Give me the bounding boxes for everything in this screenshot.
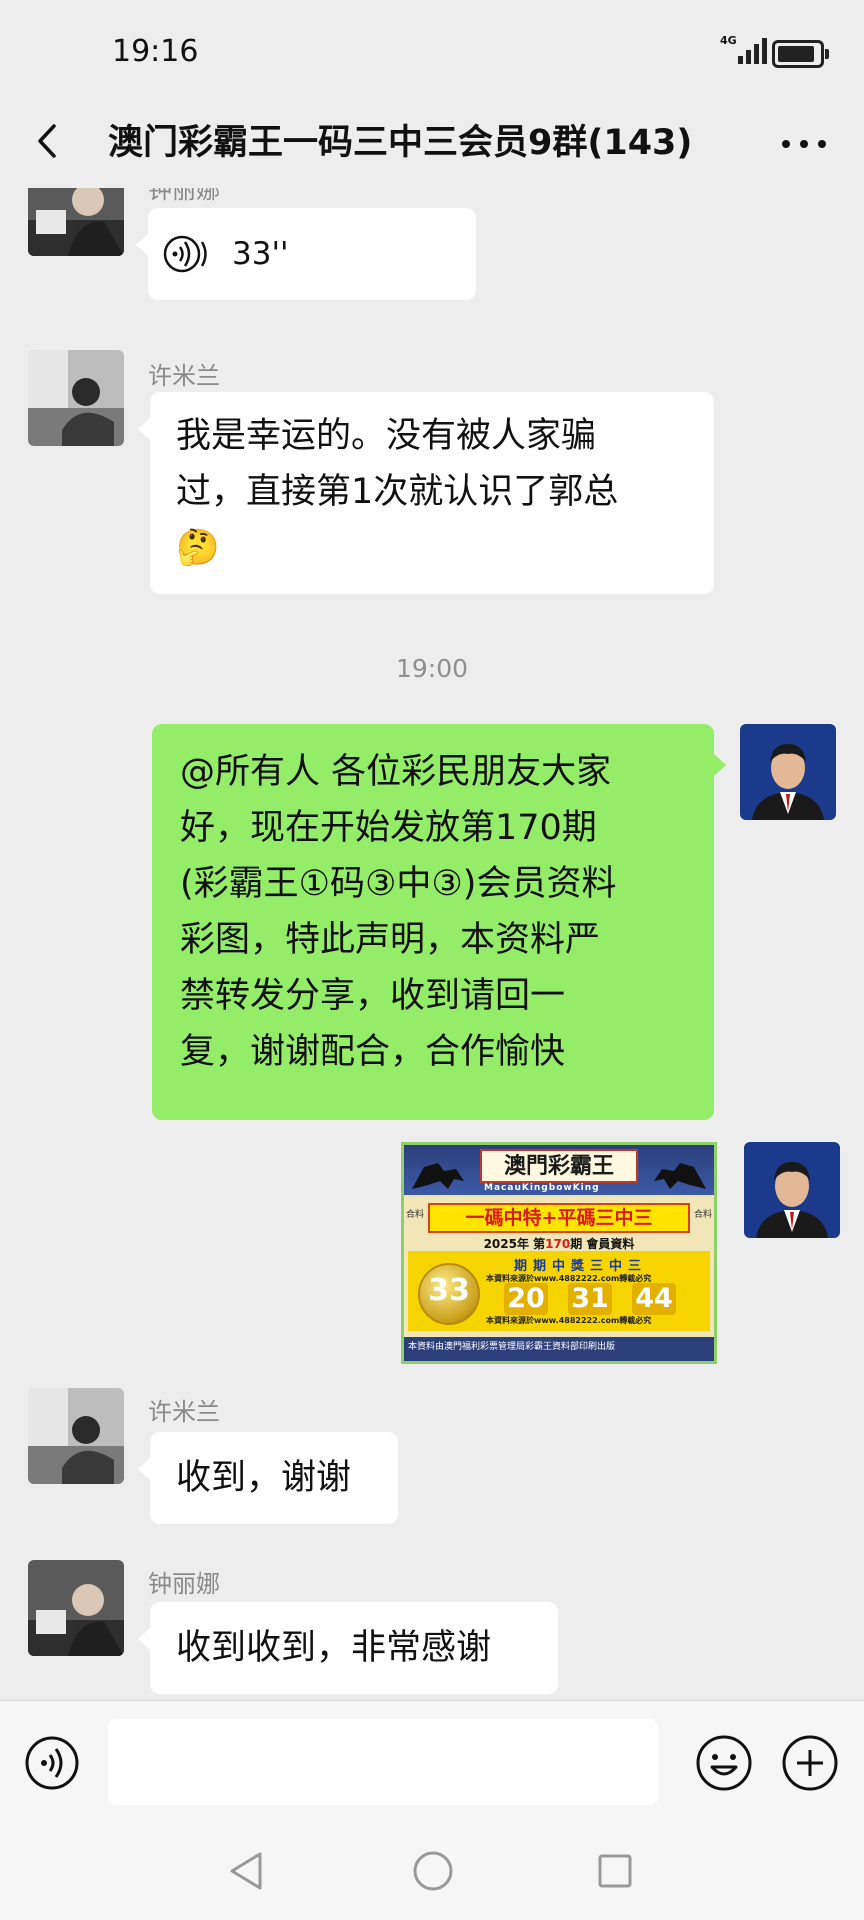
system-nav-bar <box>0 1822 864 1920</box>
lottery-number: 31 <box>568 1283 612 1315</box>
poster-title: 澳門彩霸王 <box>480 1149 638 1183</box>
special-number: 33 <box>418 1263 480 1325</box>
signal-icon: 4G <box>720 34 772 66</box>
voice-icon <box>25 1736 79 1790</box>
voice-message[interactable]: 33'' <box>136 208 476 300</box>
message-line: 过，直接第1次就认识了郭总 <box>176 472 619 512</box>
system-back-button[interactable] <box>226 1850 266 1892</box>
sender-name: 钟丽娜 <box>148 188 220 204</box>
poster-website: 本資料來源於www.4882222.com轉載必究 <box>486 1316 652 1325</box>
message-line: 我是幸运的。没有被人家骗 <box>176 416 597 456</box>
voice-duration: 33'' <box>232 236 289 272</box>
status-time: 19:16 <box>112 34 199 69</box>
message-text: 收到收到，非常感谢 <box>176 1628 492 1668</box>
message-line: 禁转发分享，收到请回一 <box>180 976 566 1016</box>
voice-button[interactable] <box>24 1735 80 1791</box>
self-avatar[interactable] <box>740 724 836 820</box>
plus-icon <box>782 1735 838 1791</box>
square-recent-icon <box>598 1854 632 1888</box>
sender-name: 许米兰 <box>148 1398 220 1426</box>
sender-name: 许米兰 <box>148 362 220 390</box>
poster-band: 一碼中特+平碼三中三 <box>428 1203 690 1233</box>
poster-slogan: 期期中獎三中三 <box>514 1259 648 1274</box>
poster-issue-line: 2025年 第170期 會員資料 <box>483 1237 635 1251</box>
triangle-back-icon <box>230 1852 262 1890</box>
chat-title: 澳门彩霸王一码三中三会员9群(143) <box>108 123 693 163</box>
emoji-button[interactable] <box>694 1733 754 1793</box>
message-text: 收到，谢谢 <box>176 1458 352 1498</box>
chat-header: 澳门彩霸王一码三中三会员9群(143) <box>0 100 864 188</box>
voice-icon <box>163 235 207 273</box>
more-button[interactable] <box>770 118 840 168</box>
battery-icon <box>772 40 829 68</box>
chevron-left-icon <box>38 124 56 158</box>
lottery-number: 20 <box>504 1283 548 1315</box>
system-home-button[interactable] <box>412 1850 454 1892</box>
avatar[interactable] <box>28 1560 124 1656</box>
more-icon <box>782 140 826 148</box>
system-recent-button[interactable] <box>596 1852 634 1890</box>
poster-issue: 170 <box>545 1237 571 1251</box>
message-line: (彩霸王①码③中③)会员资料 <box>180 864 617 904</box>
thinking-emoji: 🤔 <box>176 528 220 568</box>
text-message[interactable]: 我是幸运的。没有被人家骗 过，直接第1次就认识了郭总 🤔 <box>138 392 714 594</box>
message-line: 复，谢谢配合，合作愉快 <box>180 1032 566 1072</box>
poster-corner: 合料 <box>406 1210 425 1220</box>
sender-name: 钟丽娜 <box>148 1570 220 1598</box>
message-line: 彩图，特此声明，本资料严 <box>180 920 601 960</box>
text-message[interactable]: 收到，谢谢 <box>138 1432 398 1524</box>
network-type: 4G <box>720 34 737 47</box>
avatar[interactable] <box>28 350 124 446</box>
message-line: 好，现在开始发放第170期 <box>180 808 597 848</box>
emoji-icon <box>696 1735 752 1791</box>
poster-footer: 本資料由澳門福利彩票管理局彩霸王資料部印刷出版 <box>408 1342 616 1352</box>
outgoing-message[interactable]: @所有人 各位彩民朋友大家 好，现在开始发放第170期 (彩霸王①码③中③)会员… <box>152 724 726 1120</box>
timestamp: 19:00 <box>395 654 469 683</box>
poster-subtitle: MacauKingbowKing <box>484 1183 600 1193</box>
back-button[interactable] <box>24 116 74 166</box>
status-bar: 19:16 4G <box>0 0 864 100</box>
self-avatar[interactable] <box>744 1142 840 1238</box>
message-list[interactable]: 钟丽娜 33'' 许米兰 我是幸运的。没有被人家骗 过，直接第1次就认识了郭总 … <box>0 188 864 1700</box>
avatar[interactable] <box>28 1388 124 1484</box>
message-line: @所有人 各位彩民朋友大家 <box>180 752 612 792</box>
message-input[interactable] <box>108 1719 658 1805</box>
poster-corner: 合料 <box>693 1210 712 1220</box>
plus-button[interactable] <box>780 1733 840 1793</box>
input-bar <box>0 1700 864 1823</box>
avatar[interactable] <box>28 188 124 256</box>
circle-home-icon <box>413 1851 453 1891</box>
text-message[interactable]: 收到收到，非常感谢 <box>138 1602 558 1694</box>
lottery-poster-image[interactable]: 澳門彩霸王 MacauKingbowKing 合料 合料 一碼中特+平碼三中三 … <box>401 1142 717 1364</box>
lottery-number: 44 <box>632 1283 676 1315</box>
